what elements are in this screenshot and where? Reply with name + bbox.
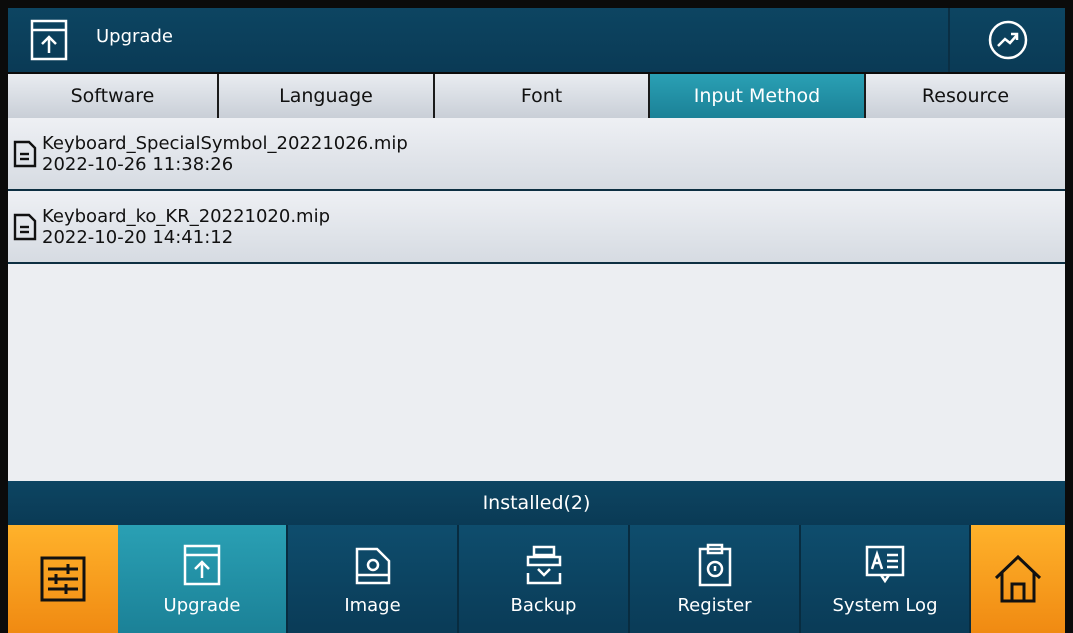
tab-software[interactable]: Software bbox=[8, 74, 219, 118]
nav-system-log[interactable]: System Log bbox=[801, 525, 971, 633]
nav-image-label: Image bbox=[344, 594, 401, 616]
nav-system-log-label: System Log bbox=[832, 594, 938, 616]
file-date: 2022-10-20 14:41:12 bbox=[42, 226, 234, 248]
system-log-icon bbox=[865, 545, 905, 583]
nav-upgrade-label: Upgrade bbox=[163, 594, 241, 616]
nav-backup[interactable]: Backup bbox=[459, 525, 630, 633]
file-name: Keyboard_ko_KR_20221020.mip bbox=[42, 205, 331, 227]
register-icon bbox=[698, 543, 731, 586]
list-item[interactable]: Keyboard_ko_KR_20221020.mip 2022-10-20 1… bbox=[8, 191, 1065, 264]
trend-icon bbox=[988, 20, 1027, 60]
tab-resource[interactable]: Resource bbox=[866, 74, 1065, 118]
backup-icon bbox=[526, 545, 561, 584]
tab-font[interactable]: Font bbox=[435, 74, 650, 118]
list-item[interactable]: Keyboard_SpecialSymbol_20221026.mip 2022… bbox=[8, 118, 1065, 191]
page-title: Upgrade bbox=[96, 25, 173, 47]
upgrade-screen: Upgrade Software Language Font Input Met… bbox=[0, 0, 1073, 633]
file-icon bbox=[13, 213, 37, 240]
nav-upgrade[interactable]: Upgrade bbox=[118, 525, 288, 633]
tab-language[interactable]: Language bbox=[219, 74, 435, 118]
upgrade-box-icon bbox=[183, 544, 221, 585]
upgrade-box-icon bbox=[26, 17, 72, 63]
nav-image[interactable]: Image bbox=[288, 525, 459, 633]
file-icon bbox=[13, 140, 37, 167]
category-tabs: Software Language Font Input Method Reso… bbox=[8, 74, 1065, 118]
trend-button[interactable] bbox=[948, 8, 1065, 72]
sliders-icon bbox=[40, 556, 86, 602]
bottom-nav: Upgrade Image Backup Register System Log bbox=[8, 525, 1065, 633]
home-button[interactable] bbox=[971, 525, 1065, 633]
settings-menu-button[interactable] bbox=[8, 525, 118, 633]
nav-register[interactable]: Register bbox=[630, 525, 801, 633]
home-icon bbox=[994, 554, 1042, 603]
file-list: Keyboard_SpecialSymbol_20221026.mip 2022… bbox=[8, 118, 1065, 481]
installed-status: Installed(2) bbox=[8, 481, 1065, 525]
nav-backup-label: Backup bbox=[510, 594, 577, 616]
image-icon bbox=[355, 547, 390, 584]
file-date: 2022-10-26 11:38:26 bbox=[42, 153, 234, 175]
tab-input-method[interactable]: Input Method bbox=[650, 74, 866, 118]
header-bar: Upgrade bbox=[8, 8, 1065, 72]
nav-register-label: Register bbox=[677, 594, 752, 616]
file-name: Keyboard_SpecialSymbol_20221026.mip bbox=[42, 132, 408, 154]
